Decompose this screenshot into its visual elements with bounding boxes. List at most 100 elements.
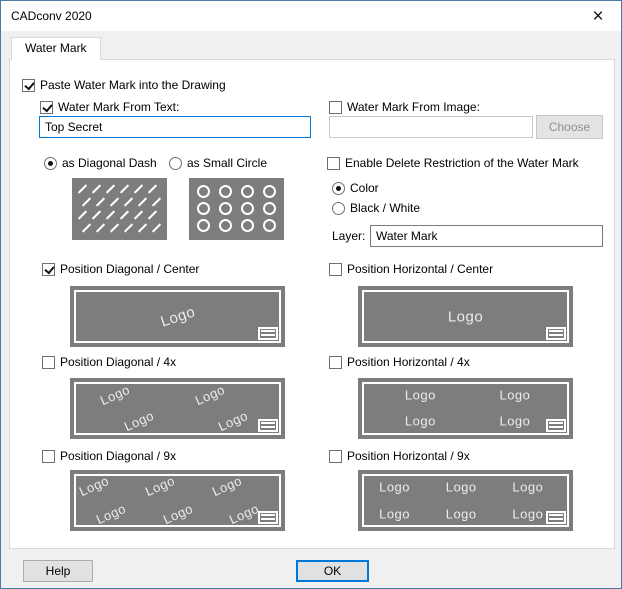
position-diagonal-4x-checkbox[interactable]: Position Diagonal / 4x [42, 354, 176, 370]
checkbox-indicator [40, 100, 53, 114]
dash-mark [95, 223, 106, 233]
logo-watermark-text: Logo [445, 479, 477, 495]
preview-frame [362, 382, 569, 435]
radio-label: Black / White [350, 200, 421, 215]
radio-indicator [44, 156, 57, 170]
dash-mark [109, 223, 120, 233]
ok-button[interactable]: OK [296, 560, 369, 582]
circle-mark [263, 185, 276, 198]
position-diagonal-center-checkbox[interactable]: Position Diagonal / Center [42, 261, 199, 277]
radio-color[interactable]: Color [332, 180, 379, 196]
dash-mark [91, 210, 102, 220]
radio-black-white[interactable]: Black / White [332, 200, 420, 216]
dash-mark [77, 184, 88, 194]
checkbox-label: Position Horizontal / 4x [347, 354, 470, 369]
dash-mark [119, 210, 130, 220]
logo-watermark-text: Logo [512, 506, 544, 522]
radio-label: as Diagonal Dash [62, 155, 157, 170]
dash-mark [147, 184, 158, 194]
checkbox-indicator [327, 156, 340, 170]
checkbox-indicator [42, 355, 55, 369]
dash-mark [105, 184, 116, 194]
checkbox-label: Position Diagonal / Center [60, 261, 200, 276]
layer-input[interactable] [370, 225, 603, 247]
window-title: CADconv 2020 [11, 9, 92, 23]
position-horizontal-center-preview: Logo [358, 286, 573, 347]
checkbox-label: Water Mark From Image: [347, 99, 480, 114]
circle-mark [241, 219, 254, 232]
choose-button[interactable]: Choose [536, 115, 603, 139]
dash-mark [81, 197, 92, 207]
close-icon: × [592, 5, 604, 27]
checkbox-indicator [329, 449, 342, 463]
radio-indicator [332, 201, 345, 215]
watermark-from-image-checkbox[interactable]: Water Mark From Image: [329, 99, 480, 115]
titleblock-icon [258, 511, 278, 524]
checkbox-indicator [22, 78, 35, 92]
tab-water-mark[interactable]: Water Mark [11, 37, 101, 60]
small-circle-preview [189, 178, 284, 240]
position-horizontal-9x-checkbox[interactable]: Position Horizontal / 9x [329, 448, 470, 464]
delete-restriction-checkbox[interactable]: Enable Delete Restriction of the Water M… [327, 155, 579, 171]
titlebar: CADconv 2020 × [1, 1, 621, 31]
dash-mark [77, 210, 88, 220]
radio-label: as Small Circle [187, 155, 268, 170]
dash-mark [123, 197, 134, 207]
dash-mark [81, 223, 92, 233]
logo-watermark-text: Logo [499, 413, 531, 429]
circle-mark [197, 185, 210, 198]
position-diagonal-9x-preview: Logo Logo Logo Logo Logo Logo [70, 470, 285, 531]
watermark-from-text-checkbox[interactable]: Water Mark From Text: [40, 99, 179, 115]
dash-mark [105, 210, 116, 220]
dash-mark [123, 223, 134, 233]
checkbox-label: Water Mark From Text: [58, 99, 180, 114]
circle-mark [197, 219, 210, 232]
radio-as-diagonal-dash[interactable]: as Diagonal Dash [44, 155, 157, 171]
logo-watermark-text: Logo [512, 479, 544, 495]
circle-mark [219, 185, 232, 198]
position-horizontal-9x-preview: Logo Logo Logo Logo Logo Logo [358, 470, 573, 531]
position-horizontal-4x-preview: Logo Logo Logo Logo [358, 378, 573, 439]
watermark-text-input[interactable] [39, 116, 311, 138]
titleblock-icon [258, 327, 278, 340]
checkbox-label: Paste Water Mark into the Drawing [40, 77, 226, 92]
checkbox-label: Position Horizontal / 9x [347, 448, 470, 463]
position-diagonal-9x-checkbox[interactable]: Position Diagonal / 9x [42, 448, 176, 464]
checkbox-label: Position Horizontal / Center [347, 261, 494, 276]
dash-mark [119, 184, 130, 194]
help-button[interactable]: Help [23, 560, 93, 582]
checkbox-indicator [329, 100, 342, 114]
titleblock-icon [546, 327, 566, 340]
watermark-image-input[interactable] [329, 116, 533, 138]
logo-watermark-text: Logo [404, 387, 436, 403]
dash-mark [137, 223, 148, 233]
circle-mark [263, 219, 276, 232]
tab-page-water-mark: Paste Water Mark into the Drawing Water … [9, 59, 615, 549]
dash-mark [147, 210, 158, 220]
cadconv-dialog: CADconv 2020 × Water Mark Paste Water Ma… [0, 0, 622, 589]
dash-mark [151, 197, 162, 207]
circle-mark [241, 185, 254, 198]
circle-mark [197, 202, 210, 215]
logo-watermark-text: Logo [379, 506, 411, 522]
checkbox-label: Enable Delete Restriction of the Water M… [345, 155, 579, 170]
checkbox-indicator [42, 262, 55, 276]
logo-watermark-text: Logo [445, 506, 477, 522]
checkbox-indicator [329, 355, 342, 369]
radio-label: Color [350, 180, 379, 195]
position-horizontal-center-checkbox[interactable]: Position Horizontal / Center [329, 261, 493, 277]
paste-watermark-checkbox[interactable]: Paste Water Mark into the Drawing [22, 77, 226, 93]
layer-label: Layer: [332, 229, 366, 243]
position-diagonal-center-preview: Logo [70, 286, 285, 347]
checkbox-indicator [329, 262, 342, 276]
dash-mark [109, 197, 120, 207]
close-button[interactable]: × [575, 1, 621, 31]
dash-mark [151, 223, 162, 233]
logo-watermark-text: Logo [379, 479, 411, 495]
circle-mark [241, 202, 254, 215]
position-diagonal-4x-preview: Logo Logo Logo Logo [70, 378, 285, 439]
dash-mark [133, 184, 144, 194]
radio-as-small-circle[interactable]: as Small Circle [169, 155, 267, 171]
position-horizontal-4x-checkbox[interactable]: Position Horizontal / 4x [329, 354, 470, 370]
logo-watermark-text: Logo [447, 308, 484, 325]
